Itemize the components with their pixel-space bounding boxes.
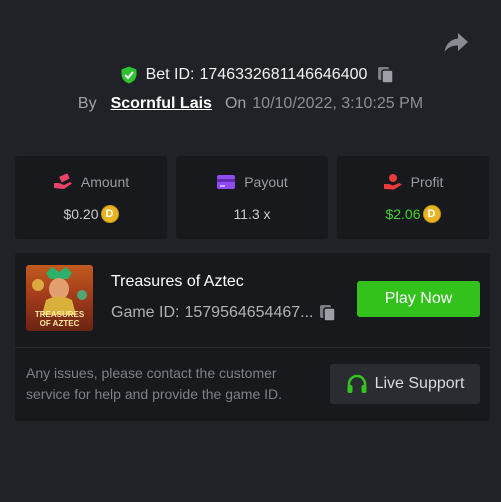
play-now-button[interactable]: Play Now: [357, 281, 480, 317]
game-id-value: 1579564654467...: [184, 304, 314, 321]
headset-icon: [347, 374, 367, 393]
share-icon[interactable]: [443, 31, 469, 55]
verified-shield-icon: [121, 66, 137, 84]
payout-card: Payout 11.3 x: [176, 156, 328, 239]
game-id-label: Game ID:: [111, 304, 180, 321]
game-thumbnail[interactable]: TREASURES OF AZTEC: [26, 265, 93, 331]
game-id-row: Game ID: 1579564654467...: [111, 303, 337, 323]
bet-id-label: Bet ID:: [145, 66, 195, 83]
svg-text:TREASURES: TREASURES: [35, 310, 85, 319]
profit-hand-icon: [383, 174, 402, 190]
game-panel: TREASURES OF AZTEC Treasures of Aztec Ga…: [15, 253, 490, 421]
profit-value: $2.06: [385, 206, 421, 222]
profit-card: Profit $2.06 D: [337, 156, 489, 239]
support-notice: Any issues, please contact the customer …: [26, 365, 283, 402]
live-support-label: Live Support: [374, 375, 465, 392]
copy-bet-id-icon[interactable]: [377, 66, 395, 84]
bet-id-row: Bet ID: 1746332681146646400: [0, 63, 501, 87]
username-link[interactable]: Scornful Lais: [111, 95, 212, 113]
profit-label: Profit: [410, 174, 444, 190]
doge-coin-icon: D: [100, 205, 119, 223]
amount-card: Amount $0.20 D: [15, 156, 167, 239]
amount-value: $0.20: [63, 206, 99, 222]
payout-value: 11.3 x: [233, 206, 271, 222]
by-label: By: [77, 95, 97, 112]
doge-coin-icon: D: [422, 205, 441, 223]
amount-label: Amount: [80, 174, 130, 190]
divider: [15, 347, 490, 348]
live-support-button[interactable]: Live Support: [330, 364, 480, 404]
on-label: On: [224, 95, 247, 112]
bet-meta-row: By Scornful Lais On 10/10/2022, 3:10:25 …: [0, 92, 501, 116]
game-title[interactable]: Treasures of Aztec: [111, 273, 244, 291]
bet-datetime: 10/10/2022, 3:10:25 PM: [252, 95, 424, 112]
credit-card-icon: [217, 175, 236, 189]
payout-label: Payout: [244, 174, 288, 190]
bet-id-value: 1746332681146646400: [199, 66, 368, 83]
copy-game-id-icon[interactable]: [319, 304, 337, 322]
money-hand-icon: [53, 173, 72, 189]
svg-text:OF AZTEC: OF AZTEC: [40, 319, 80, 328]
